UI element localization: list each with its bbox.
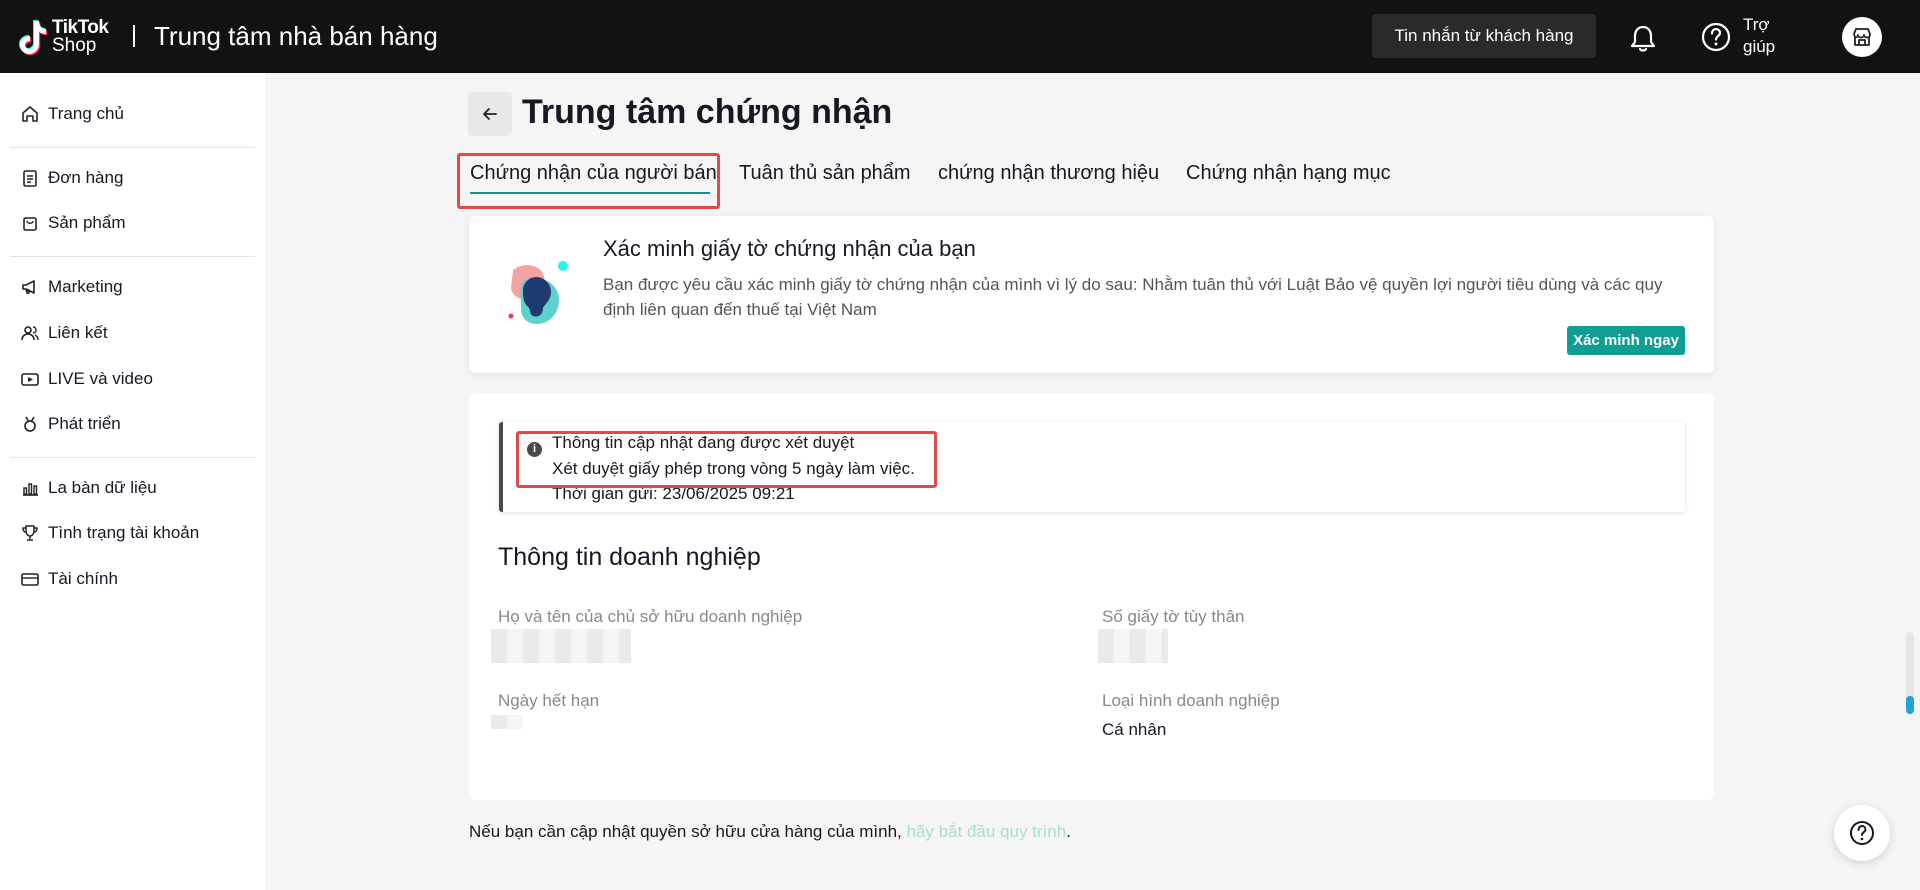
app-title: Trung tâm nhà bán hàng: [154, 21, 438, 51]
sidebar-item-home[interactable]: Trang chủ: [20, 104, 124, 124]
sidebar: Trang chủ Đơn hàng Sản phẩm Marketing Li…: [0, 73, 265, 890]
sidebar-item-label: Liên kết: [48, 323, 108, 342]
owner-name-label: Họ và tên của chủ sở hữu doanh nghiệp: [498, 607, 803, 626]
sidebar-item-orders[interactable]: Đơn hàng: [20, 168, 123, 188]
verify-documents-card: Xác minh giấy tờ chứng nhận của bạn Bạn …: [469, 216, 1714, 373]
start-process-link[interactable]: hãy bắt đầu quy trình: [906, 822, 1066, 841]
tab-brand-certification[interactable]: chứng nhận thương hiệu: [938, 162, 1159, 185]
users-icon: [21, 326, 39, 341]
tiktok-logo-icon: [19, 20, 48, 56]
section-title: Thông tin doanh nghiệp: [498, 543, 761, 571]
sidebar-item-products[interactable]: Sản phẩm: [20, 213, 126, 233]
sidebar-item-label: Marketing: [48, 277, 123, 296]
bell-icon[interactable]: [1627, 22, 1659, 54]
logo-text: TikTok Shop: [52, 18, 109, 56]
megaphone-icon: [22, 280, 35, 294]
sidebar-divider: [10, 147, 255, 148]
help-label-line1: Trợ: [1743, 15, 1770, 34]
logo-line2: Shop: [52, 35, 97, 56]
business-type-value: Cá nhân: [1102, 720, 1167, 739]
id-number-redacted: [1098, 629, 1168, 663]
header-divider: [133, 25, 135, 47]
customer-messages-button[interactable]: Tin nhắn từ khách hàng: [1372, 14, 1596, 58]
owner-name-redacted: [491, 629, 631, 663]
ownership-note: Nếu bạn cần cập nhật quyền sở hữu cửa hà…: [469, 822, 1071, 842]
tiktok-shop-logo[interactable]: TikTok Shop: [18, 17, 109, 57]
id-number-label: Số giấy tờ tùy thân: [1102, 607, 1245, 626]
sidebar-item-finance[interactable]: Tài chính: [20, 569, 118, 589]
expiry-date-label: Ngày hết hạn: [498, 691, 600, 710]
chart-icon: [23, 483, 38, 496]
home-icon: [22, 106, 38, 122]
wallet-icon: [21, 573, 39, 586]
ownership-note-period: .: [1066, 822, 1071, 841]
help-icon[interactable]: [1700, 21, 1732, 53]
help-label-line2: giúp: [1743, 37, 1776, 56]
top-bar: TikTok Shop Trung tâm nhà bán hàng Tin n…: [0, 0, 1920, 73]
sidebar-item-growth[interactable]: Phát triển: [20, 414, 121, 434]
business-type-label: Loại hình doanh nghiệp: [1102, 691, 1280, 710]
trophy-icon: [22, 525, 38, 541]
sidebar-item-label: LIVE và video: [48, 369, 153, 388]
sidebar-item-live-video[interactable]: LIVE và video: [20, 369, 153, 389]
sidebar-item-account-health[interactable]: Tình trạng tài khoản: [20, 523, 199, 543]
arrow-left-icon: [483, 108, 497, 120]
tab-product-compliance[interactable]: Tuân thủ sản phẩm: [739, 162, 911, 185]
store-icon: [1853, 28, 1871, 46]
sidebar-item-label: Tài chính: [48, 569, 118, 588]
scrollbar-thumb[interactable]: [1906, 696, 1914, 714]
sidebar-item-affiliate[interactable]: Liên kết: [20, 323, 108, 343]
sidebar-item-label: Phát triển: [48, 414, 121, 433]
help-icon: [1850, 821, 1874, 845]
floating-help-button[interactable]: [1834, 805, 1890, 861]
verify-title: Xác minh giấy tờ chứng nhận của bạn: [603, 236, 976, 261]
clipboard-icon: [23, 170, 37, 187]
tab-category-certification[interactable]: Chứng nhận hạng mục: [1186, 162, 1391, 185]
sidebar-item-label: Tình trạng tài khoản: [48, 523, 200, 542]
highlight-box-tab: [457, 153, 720, 209]
sidebar-divider: [10, 457, 255, 458]
sidebar-divider: [10, 256, 255, 257]
bag-icon: [23, 217, 37, 231]
expiry-date-redacted: [491, 715, 523, 729]
video-icon: [21, 373, 39, 386]
sidebar-item-label: Đơn hàng: [48, 168, 124, 187]
sidebar-item-data-compass[interactable]: La bàn dữ liệu: [20, 478, 157, 498]
sidebar-item-label: La bàn dữ liệu: [48, 478, 157, 497]
help-label[interactable]: Trợ giúp: [1743, 14, 1775, 58]
ownership-note-text: Nếu bạn cần cập nhật quyền sở hữu cửa hà…: [469, 822, 907, 841]
highlight-box-notice: [516, 431, 937, 488]
verify-description: Bạn được yêu cầu xác minh giấy tờ chứng …: [603, 275, 1663, 319]
sidebar-item-label: Trang chủ: [48, 104, 124, 123]
sidebar-item-marketing[interactable]: Marketing: [20, 277, 123, 297]
sidebar-item-label: Sản phẩm: [48, 213, 126, 232]
verify-now-button[interactable]: Xác minh ngay: [1567, 326, 1685, 355]
page-title: Trung tâm chứng nhận: [522, 93, 893, 131]
back-button[interactable]: [468, 92, 512, 136]
shop-avatar[interactable]: [1842, 17, 1882, 57]
identity-illustration-icon: [508, 261, 568, 324]
medal-icon: [24, 416, 36, 432]
